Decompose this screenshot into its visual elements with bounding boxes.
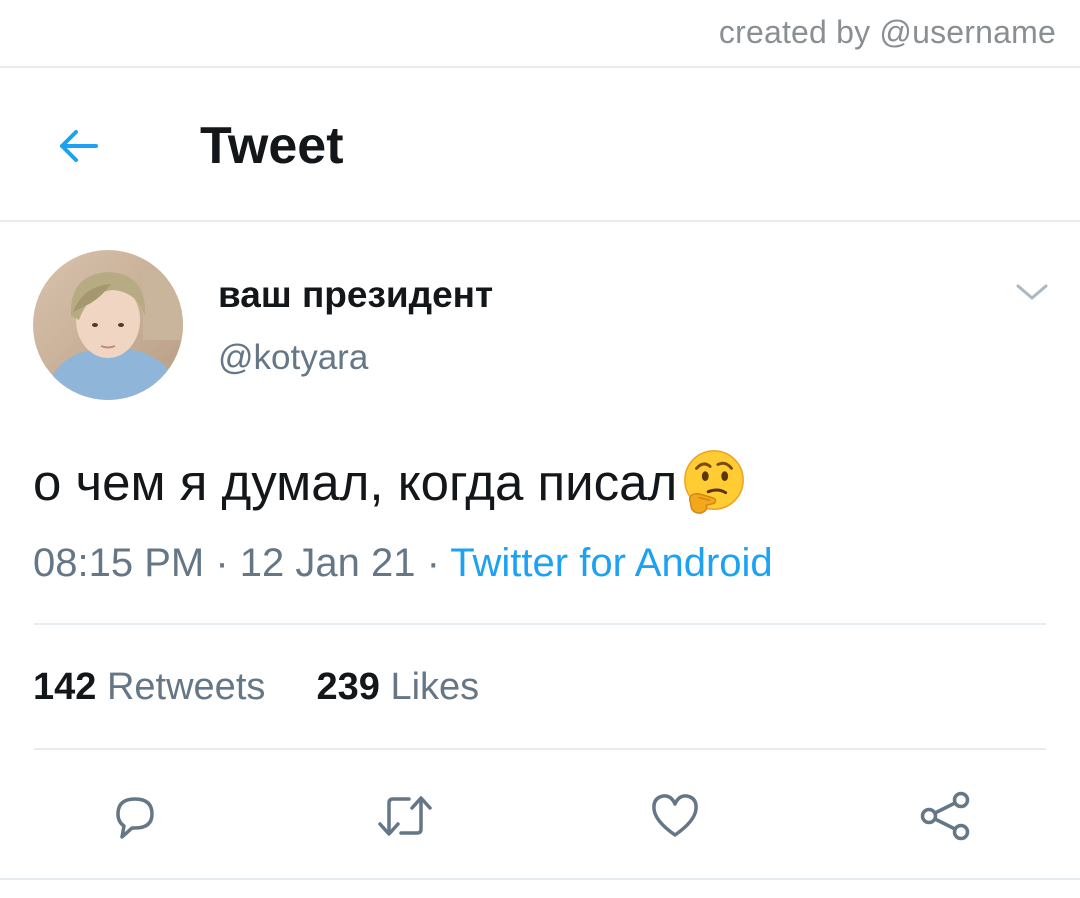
meta-separator: · [204, 541, 240, 585]
reply-button[interactable] [105, 786, 165, 846]
retweets-count: 142 [33, 666, 97, 708]
more-options-button[interactable] [1012, 274, 1052, 310]
avatar[interactable] [33, 250, 183, 400]
retweet-button[interactable] [375, 786, 435, 846]
likes-count: 239 [316, 666, 380, 708]
like-icon [652, 794, 698, 837]
stats-divider [34, 748, 1046, 750]
top-divider [0, 66, 1080, 68]
header-divider [0, 220, 1080, 222]
chevron-down-icon [1016, 284, 1048, 300]
reply-icon [116, 797, 154, 839]
page-title: Tweet [200, 117, 344, 175]
arrow-left-icon [60, 130, 98, 162]
share-button[interactable] [915, 786, 975, 846]
display-name[interactable]: ваш президент [218, 274, 493, 316]
bottom-divider [0, 878, 1080, 880]
retweet-icon [378, 796, 432, 836]
tweet-meta: 08:15 PM · 12 Jan 21 · Twitter for Andro… [33, 541, 773, 586]
like-button[interactable] [645, 786, 705, 846]
tweet-source-link[interactable]: Twitter for Android [450, 541, 772, 585]
tweet-time: 08:15 PM [33, 541, 205, 585]
tweet-text: о чем я думал, когда писал [33, 447, 749, 517]
retweets-label: Retweets [106, 666, 266, 708]
watermark-text: created by @username [718, 14, 1056, 50]
retweets-stat[interactable]: 142 Retweets [33, 666, 265, 709]
meta-separator: · [415, 541, 451, 585]
likes-stat[interactable]: 239 Likes [317, 666, 480, 709]
meta-divider [34, 623, 1046, 625]
tweet-stats: 142 Retweets 239 Likes [33, 666, 479, 709]
share-icon [920, 791, 970, 841]
likes-label: Likes [390, 666, 480, 708]
back-button[interactable] [50, 118, 106, 174]
tweet-date: 12 Jan 21 [239, 541, 416, 585]
user-handle[interactable]: @kotyara [218, 338, 368, 378]
thinking-face-emoji [684, 450, 745, 514]
tweet-text-content: о чем я думал, когда писал [33, 453, 678, 511]
